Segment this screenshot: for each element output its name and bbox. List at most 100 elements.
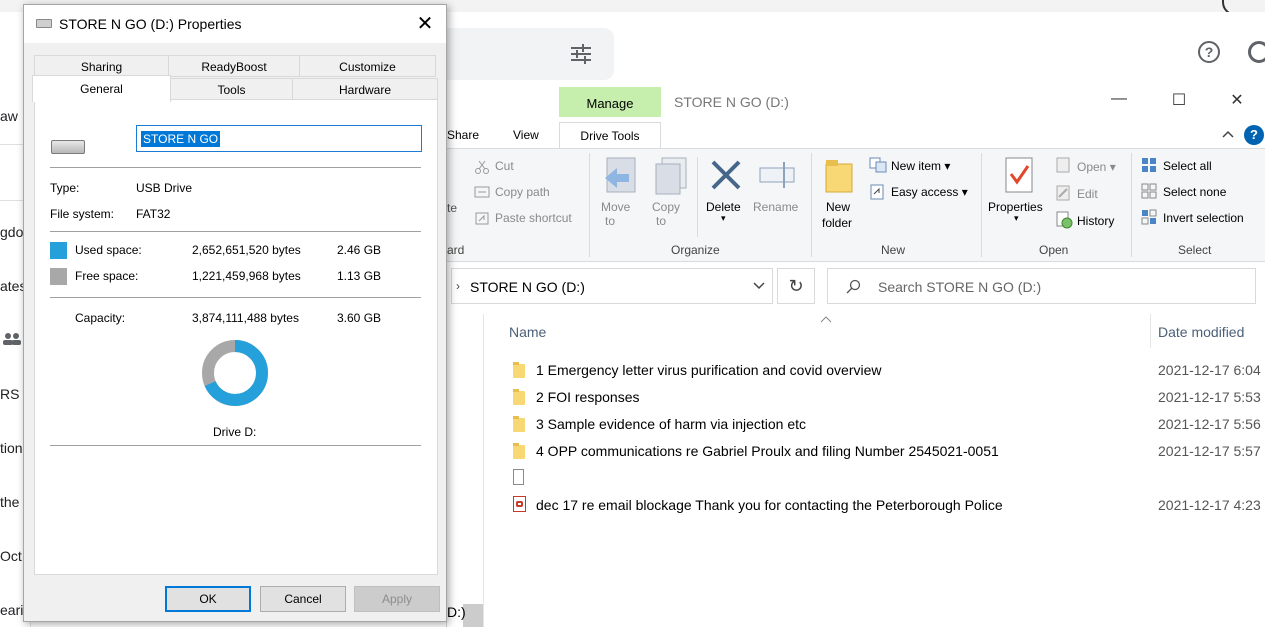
select-none-button[interactable]: Select none — [1163, 185, 1226, 199]
file-date: 2021-12-17 5:56 — [1158, 416, 1261, 432]
chevron-down-icon[interactable]: ▾ — [1014, 213, 1019, 224]
dialog-title: STORE N GO (D:) Properties — [59, 16, 242, 32]
tab-drive-tools[interactable]: Drive Tools — [559, 122, 661, 148]
invert-selection-button[interactable]: Invert selection — [1163, 211, 1244, 225]
chevron-down-icon[interactable] — [752, 277, 766, 295]
address-path[interactable]: STORE N GO (D:) — [470, 279, 585, 295]
new-folder-button[interactable]: New — [826, 200, 850, 214]
new-item-button[interactable]: New item ▾ — [891, 159, 950, 173]
sort-ascending-icon — [820, 316, 832, 323]
rename-button[interactable]: Rename — [753, 200, 798, 214]
chevron-right-icon: › — [456, 279, 460, 293]
copy-to-label: to — [656, 214, 667, 228]
file-date: 2021-12-17 5:53 — [1158, 389, 1261, 405]
file-name: 4 OPP communications re Gabriel Proulx a… — [536, 443, 999, 459]
tab-hardware[interactable]: Hardware — [292, 78, 438, 100]
maximize-button[interactable]: ☐ — [1159, 90, 1199, 112]
type-label: Type: — [50, 181, 80, 195]
edit-button[interactable]: Edit — [1077, 187, 1098, 201]
filter-bar[interactable] — [430, 28, 614, 80]
paste-shortcut-button[interactable]: Paste shortcut — [495, 211, 572, 225]
free-space-bytes: 1,221,459,968 bytes — [192, 269, 301, 283]
paste-shortcut-icon — [475, 212, 489, 225]
table-row[interactable] — [507, 466, 1265, 493]
status-fragment: D:) — [447, 604, 466, 620]
delete-button[interactable]: Delete — [706, 200, 741, 214]
easy-access-icon — [870, 184, 884, 200]
history-icon — [1056, 211, 1073, 229]
paste-button[interactable]: te — [447, 201, 457, 215]
open-button[interactable]: Open ▾ — [1077, 160, 1116, 174]
file-icon — [513, 469, 524, 485]
group-label-organize: Organize — [671, 243, 720, 257]
chevron-up-icon[interactable] — [1222, 130, 1234, 138]
drive-name-input[interactable]: STORE N GO — [136, 125, 422, 152]
tab-customize[interactable]: Customize — [299, 55, 436, 77]
file-date: 2021-12-17 6:04 — [1158, 362, 1261, 378]
table-row[interactable]: 1 Emergency letter virus purification an… — [507, 358, 1265, 385]
copy-path-button[interactable]: Copy path — [495, 185, 550, 199]
open-icon — [1056, 157, 1070, 173]
close-button[interactable]: ✕ — [1217, 90, 1257, 112]
gear-icon[interactable] — [1248, 41, 1265, 63]
sliders-icon[interactable] — [569, 43, 593, 65]
apply-button[interactable]: Apply — [354, 586, 440, 612]
tab-general[interactable]: General — [32, 75, 171, 102]
table-row[interactable]: 2 FOI responses 2021-12-17 5:53 — [507, 385, 1265, 412]
rename-icon — [759, 162, 795, 188]
nav-scrollbar[interactable] — [463, 604, 483, 627]
group-label-clipboard: ard — [447, 243, 465, 257]
tab-manage[interactable]: Manage — [559, 87, 661, 117]
column-header-name[interactable]: Name — [509, 324, 546, 340]
column-separator[interactable] — [1150, 314, 1151, 348]
minimize-button[interactable]: — — [1099, 90, 1139, 112]
free-space-label: Free space: — [75, 269, 139, 283]
used-space-bytes: 2,652,651,520 bytes — [192, 243, 301, 257]
chevron-down-icon[interactable]: ▾ — [721, 213, 726, 224]
ok-button[interactable]: OK — [165, 586, 251, 612]
group-label-open: Open — [1039, 243, 1069, 257]
easy-access-button[interactable]: Easy access ▾ — [891, 185, 968, 199]
column-header-date[interactable]: Date modified — [1158, 324, 1244, 340]
select-all-button[interactable]: Select all — [1163, 159, 1212, 173]
file-system-label: File system: — [50, 207, 115, 221]
capacity-label: Capacity: — [75, 311, 126, 325]
tab-share[interactable]: Share — [447, 128, 479, 142]
tab-sharing[interactable]: Sharing — [34, 55, 169, 77]
cut-button[interactable]: Cut — [495, 159, 514, 173]
help-icon[interactable]: ? — [1244, 125, 1264, 145]
capacity-bytes: 3,874,111,488 bytes — [192, 311, 299, 325]
folder-icon — [513, 389, 525, 405]
free-space-swatch — [50, 268, 67, 285]
tab-readyboost[interactable]: ReadyBoost — [168, 55, 300, 77]
file-name: 2 FOI responses — [536, 389, 640, 405]
copy-path-icon — [474, 186, 490, 198]
select-all-icon — [1142, 158, 1156, 172]
pdf-icon — [513, 496, 526, 512]
file-name: 3 Sample evidence of harm via injection … — [536, 416, 807, 432]
close-button[interactable]: ✕ — [410, 11, 440, 37]
address-row: › STORE N GO (D:) ↻ Search STORE N GO (D… — [447, 262, 1265, 312]
table-row[interactable]: 4 OPP communications re Gabriel Proulx a… — [507, 439, 1265, 466]
table-row[interactable]: dec 17 re email blockage Thank you for c… — [507, 493, 1265, 520]
tab-view[interactable]: View — [513, 128, 539, 142]
group-label-new: New — [881, 243, 906, 257]
tab-tools[interactable]: Tools — [170, 78, 293, 100]
cancel-button[interactable]: Cancel — [260, 586, 346, 612]
properties-button[interactable]: Properties — [988, 200, 1043, 214]
address-bar[interactable]: › STORE N GO (D:) — [451, 268, 773, 304]
properties-icon — [1005, 157, 1033, 193]
move-to-label: to — [605, 214, 616, 228]
folder-icon — [513, 443, 525, 459]
copy-to-button[interactable]: Copy — [652, 200, 680, 214]
move-to-button[interactable]: Move — [601, 200, 630, 214]
free-space-size: 1.13 GB — [337, 269, 382, 283]
new-folder-icon — [825, 160, 853, 193]
used-space-size: 2.46 GB — [337, 243, 382, 257]
history-button[interactable]: History — [1077, 214, 1114, 228]
folder-icon — [513, 362, 525, 378]
table-row[interactable]: 3 Sample evidence of harm via injection … — [507, 412, 1265, 439]
help-icon[interactable]: ? — [1198, 41, 1220, 63]
search-input[interactable]: Search STORE N GO (D:) — [827, 268, 1256, 304]
refresh-button[interactable]: ↻ — [777, 268, 815, 304]
